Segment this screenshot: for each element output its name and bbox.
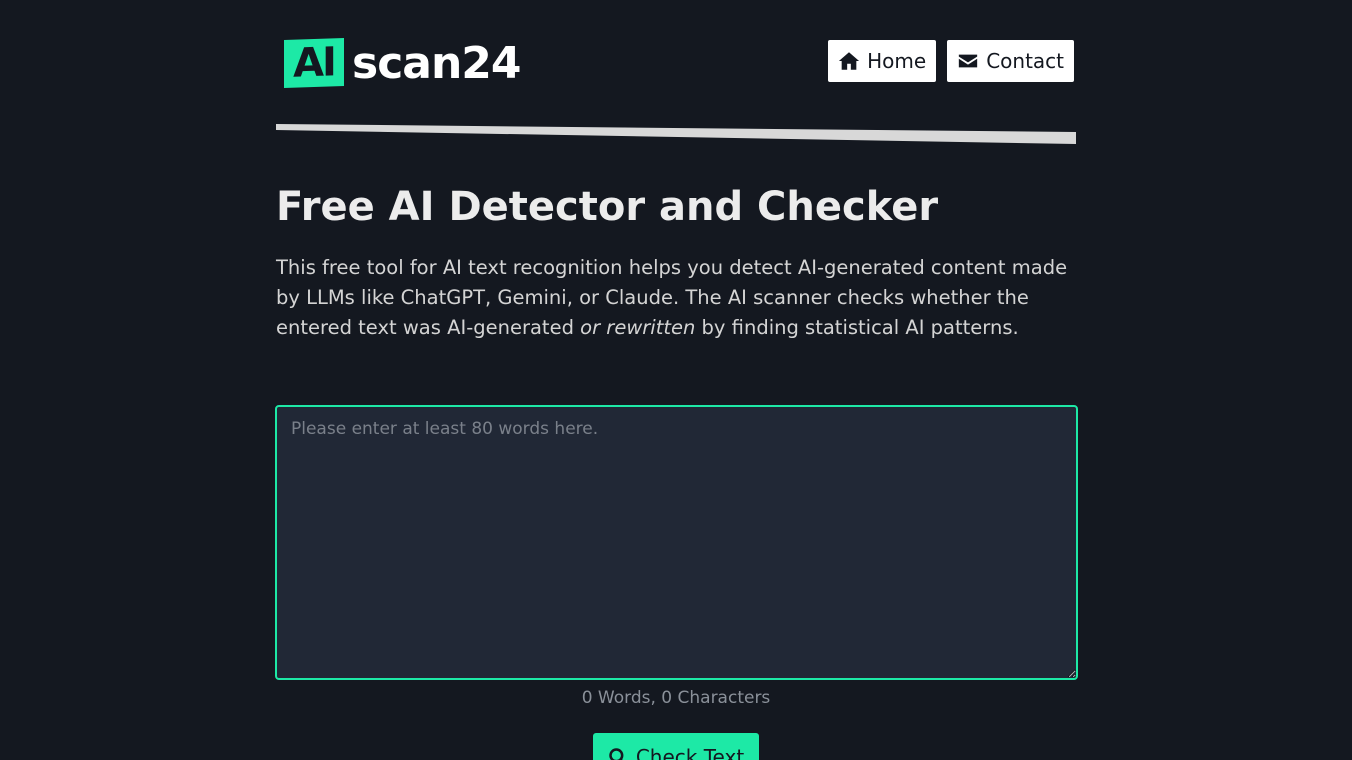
home-button-label: Home — [867, 49, 927, 73]
header-divider — [276, 124, 1076, 144]
site-logo[interactable]: AI scan24 — [284, 37, 522, 89]
home-icon — [839, 52, 860, 70]
page: AI scan24 Home Contact Free AI Detector … — [0, 0, 1352, 760]
home-button[interactable]: Home — [828, 40, 937, 82]
logo-text: scan24 — [352, 37, 522, 89]
logo-badge: AI — [284, 37, 344, 89]
text-input[interactable] — [275, 405, 1078, 680]
word-character-counter: 0 Words, 0 Characters — [581, 688, 771, 708]
page-title: Free AI Detector and Checker — [276, 184, 939, 230]
intro-text: This free tool for AI text recognition h… — [276, 253, 1076, 343]
check-text-button-label: Check Text — [635, 745, 745, 760]
envelope-icon — [959, 54, 978, 68]
intro-part-2: by finding statistical AI patterns. — [695, 316, 1019, 339]
main-nav: Home Contact — [828, 40, 1074, 82]
text-input-wrapper — [275, 405, 1078, 680]
contact-button-label: Contact — [986, 49, 1064, 73]
intro-emphasis: or rewritten — [580, 316, 696, 339]
contact-button[interactable]: Contact — [947, 40, 1074, 82]
check-text-button[interactable]: Check Text — [593, 733, 759, 760]
search-icon — [609, 748, 624, 760]
